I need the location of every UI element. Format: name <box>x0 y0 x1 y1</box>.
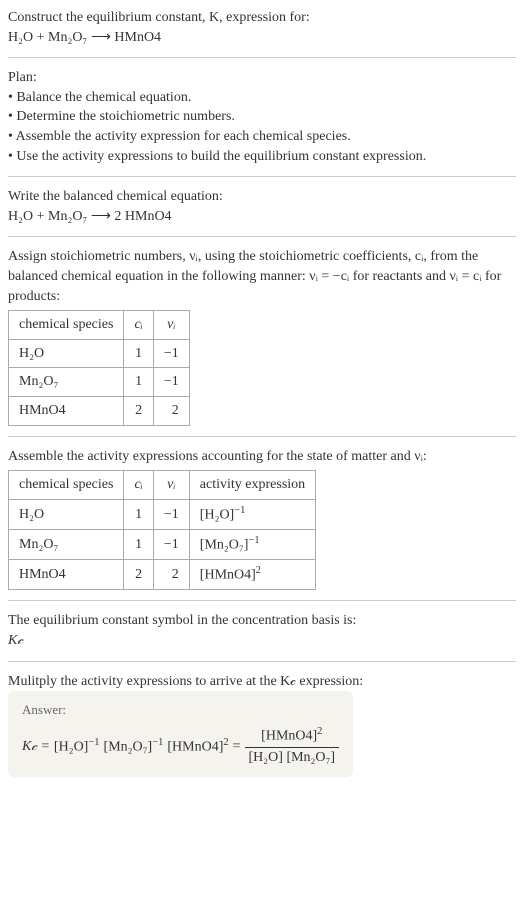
cell-vi: −1 <box>153 339 189 368</box>
act-exp: 2 <box>256 565 261 576</box>
equals: = <box>233 737 241 757</box>
denominator: [H₂O] [Mn₂O₇] <box>245 748 340 768</box>
col-vi: νᵢ <box>153 311 189 340</box>
cell-ci: 1 <box>124 339 153 368</box>
cell-ci: 2 <box>124 396 153 425</box>
prompt-line1: Construct the equilibrium constant, K, e… <box>8 8 516 28</box>
balanced-equation: H₂O + Mn₂O₇ ⟶ 2 HMnO4 <box>8 207 516 227</box>
cell-ci: 1 <box>124 529 153 559</box>
balanced-section: Write the balanced chemical equation: H₂… <box>8 187 516 226</box>
plan-header: Plan: <box>8 68 516 88</box>
multiply-intro: Mulitply the activity expressions to arr… <box>8 672 516 692</box>
plan-item: • Determine the stoichiometric numbers. <box>8 107 516 127</box>
divider <box>8 176 516 177</box>
act-base: [H₂O] <box>200 507 234 522</box>
plan-item: • Use the activity expressions to build … <box>8 147 516 167</box>
table-row: Mn₂O₇ 1 −1 [Mn₂O₇]−1 <box>9 529 316 559</box>
activity-intro: Assemble the activity expressions accoun… <box>8 447 516 467</box>
prompt: Construct the equilibrium constant, K, e… <box>8 8 516 47</box>
act-exp: −1 <box>248 535 259 546</box>
plan-item: • Balance the chemical equation. <box>8 88 516 108</box>
stoich-table: chemical species cᵢ νᵢ H₂O 1 −1 Mn₂O₇ 1 … <box>8 310 190 425</box>
cell-activity: [Mn₂O₇]−1 <box>189 529 315 559</box>
divider <box>8 436 516 437</box>
col-vi: νᵢ <box>153 471 189 500</box>
kc-symbol-intro: The equilibrium constant symbol in the c… <box>8 611 516 631</box>
act-base: [Mn₂O₇] <box>200 538 249 553</box>
divider <box>8 236 516 237</box>
col-ci: cᵢ <box>124 311 153 340</box>
act-base: [HMnO4] <box>200 568 256 583</box>
answer-label: Answer: <box>22 701 339 719</box>
term2: [Mn₂O₇]−1 <box>104 736 164 757</box>
cell-ci: 2 <box>124 560 153 590</box>
cell-vi: −1 <box>153 368 189 397</box>
term1: [H₂O]−1 <box>54 736 100 757</box>
stoich-section: Assign stoichiometric numbers, νᵢ, using… <box>8 247 516 425</box>
cell-ci: 1 <box>124 499 153 529</box>
table-row: H₂O 1 −1 [H₂O]−1 <box>9 499 316 529</box>
cell-vi: 2 <box>153 560 189 590</box>
kc-lhs: K𝒸 = <box>22 737 50 757</box>
act-exp: −1 <box>234 505 245 516</box>
cell-species: Mn₂O₇ <box>9 368 124 397</box>
cell-species: H₂O <box>9 339 124 368</box>
multiply-section: Mulitply the activity expressions to arr… <box>8 672 516 778</box>
col-species: chemical species <box>9 471 124 500</box>
cell-activity: [HMnO4]2 <box>189 560 315 590</box>
cell-species: H₂O <box>9 499 124 529</box>
answer-box: Answer: K𝒸 = [H₂O]−1 [Mn₂O₇]−1 [HMnO4]2 … <box>8 691 353 777</box>
stoich-intro: Assign stoichiometric numbers, νᵢ, using… <box>8 247 516 306</box>
table-row: HMnO4 2 2 [HMnO4]2 <box>9 560 316 590</box>
activity-table: chemical species cᵢ νᵢ activity expressi… <box>8 470 316 590</box>
col-ci: cᵢ <box>124 471 153 500</box>
kc-symbol: K𝒸 <box>8 631 516 651</box>
plan-section: Plan: • Balance the chemical equation. •… <box>8 68 516 166</box>
divider <box>8 600 516 601</box>
col-activity: activity expression <box>189 471 315 500</box>
final-expression: K𝒸 = [H₂O]−1 [Mn₂O₇]−1 [HMnO4]2 = [HMnO4… <box>22 725 339 767</box>
cell-species: Mn₂O₇ <box>9 529 124 559</box>
numerator: [HMnO4]2 <box>245 725 340 747</box>
divider <box>8 57 516 58</box>
fraction: [HMnO4]2 [H₂O] [Mn₂O₇] <box>245 725 340 767</box>
table-header-row: chemical species cᵢ νᵢ <box>9 311 190 340</box>
kc-symbol-section: The equilibrium constant symbol in the c… <box>8 611 516 650</box>
term3: [HMnO4]2 <box>167 736 228 757</box>
cell-activity: [H₂O]−1 <box>189 499 315 529</box>
cell-vi: −1 <box>153 499 189 529</box>
plan-item: • Assemble the activity expression for e… <box>8 127 516 147</box>
cell-vi: −1 <box>153 529 189 559</box>
col-species: chemical species <box>9 311 124 340</box>
cell-vi: 2 <box>153 396 189 425</box>
balanced-intro: Write the balanced chemical equation: <box>8 187 516 207</box>
table-row: Mn₂O₇ 1 −1 <box>9 368 190 397</box>
table-row: H₂O 1 −1 <box>9 339 190 368</box>
table-row: HMnO4 2 2 <box>9 396 190 425</box>
cell-species: HMnO4 <box>9 396 124 425</box>
activity-section: Assemble the activity expressions accoun… <box>8 447 516 591</box>
divider <box>8 661 516 662</box>
table-header-row: chemical species cᵢ νᵢ activity expressi… <box>9 471 316 500</box>
prompt-equation: H₂O + Mn₂O₇ ⟶ HMnO4 <box>8 28 516 48</box>
cell-species: HMnO4 <box>9 560 124 590</box>
cell-ci: 1 <box>124 368 153 397</box>
